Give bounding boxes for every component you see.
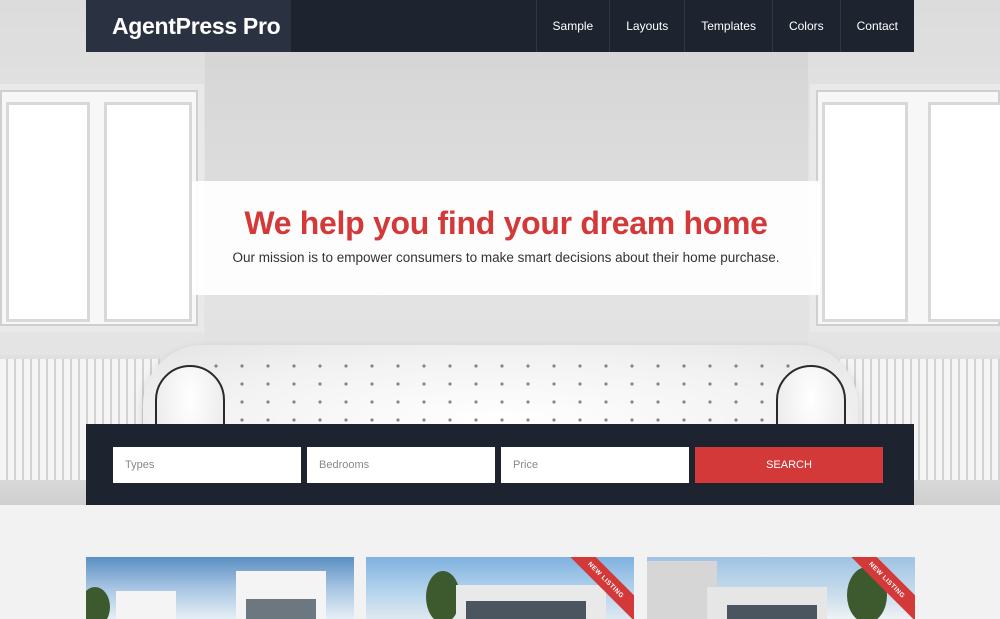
hero-title: We help you find your dream home <box>244 205 768 241</box>
types-select[interactable]: Types <box>113 447 301 483</box>
site-logo[interactable]: AgentPress Pro <box>112 13 281 40</box>
main-nav: Sample Layouts Templates Colors Contact <box>535 0 914 52</box>
hero-banner: We help you find your dream home Our mis… <box>192 181 820 295</box>
listing-card[interactable]: NEW LISTING <box>647 557 915 619</box>
right-window <box>810 84 1000 332</box>
bedrooms-select[interactable]: Bedrooms <box>307 447 495 483</box>
site-header: AgentPress Pro Sample Layouts Templates … <box>86 0 914 52</box>
hero-subtitle: Our mission is to empower consumers to m… <box>232 250 780 265</box>
left-window <box>0 84 204 332</box>
nav-item-templates[interactable]: Templates <box>684 0 772 52</box>
listing-card[interactable]: NEW LISTING <box>366 557 634 619</box>
search-button[interactable]: SEARCH <box>695 447 883 483</box>
featured-listings: NEW LISTING NEW LISTING <box>86 557 915 619</box>
logo-box[interactable]: AgentPress Pro <box>86 0 291 52</box>
nav-item-layouts[interactable]: Layouts <box>609 0 684 52</box>
listing-card[interactable] <box>86 557 354 619</box>
price-select[interactable]: Price <box>501 447 689 483</box>
nav-item-sample[interactable]: Sample <box>535 0 610 52</box>
nav-item-contact[interactable]: Contact <box>839 0 914 52</box>
property-search-bar: Types Bedrooms Price SEARCH <box>86 424 914 505</box>
nav-item-colors[interactable]: Colors <box>771 0 840 52</box>
